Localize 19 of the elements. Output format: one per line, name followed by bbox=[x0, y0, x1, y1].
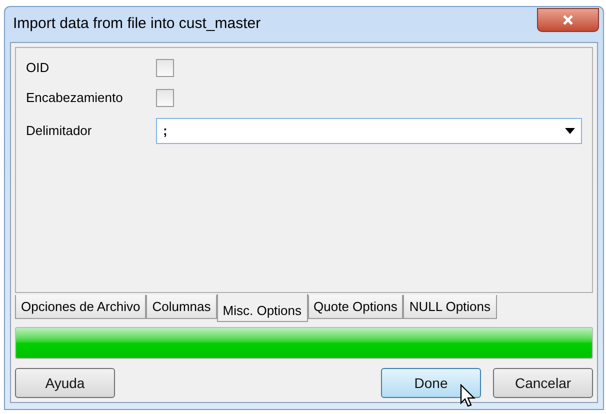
field-label: Encabezamiento bbox=[26, 89, 124, 108]
delimiter-dropdown[interactable]: ; bbox=[156, 118, 582, 144]
window-title: Import data from file into cust_master bbox=[13, 14, 261, 34]
field-label: Delimitador bbox=[26, 122, 93, 140]
close-icon bbox=[562, 14, 574, 26]
mouse-pointer-icon bbox=[460, 384, 476, 408]
field-label: OID bbox=[26, 59, 50, 78]
help-button[interactable]: Ayuda bbox=[15, 368, 115, 398]
checkbox[interactable] bbox=[156, 59, 174, 77]
tab[interactable]: Quote Options bbox=[308, 295, 404, 319]
cancel-button[interactable]: Cancelar bbox=[493, 368, 593, 398]
tab[interactable]: Columnas bbox=[146, 295, 217, 319]
dropdown-arrow-icon bbox=[565, 128, 575, 134]
close-button[interactable] bbox=[537, 8, 599, 32]
tab[interactable]: Opciones de Archivo bbox=[15, 295, 146, 319]
done-button[interactable]: Done bbox=[381, 368, 481, 398]
tab[interactable]: Misc. Options bbox=[216, 294, 308, 322]
checkbox[interactable] bbox=[156, 89, 174, 107]
tab[interactable]: NULL Options bbox=[403, 295, 497, 319]
